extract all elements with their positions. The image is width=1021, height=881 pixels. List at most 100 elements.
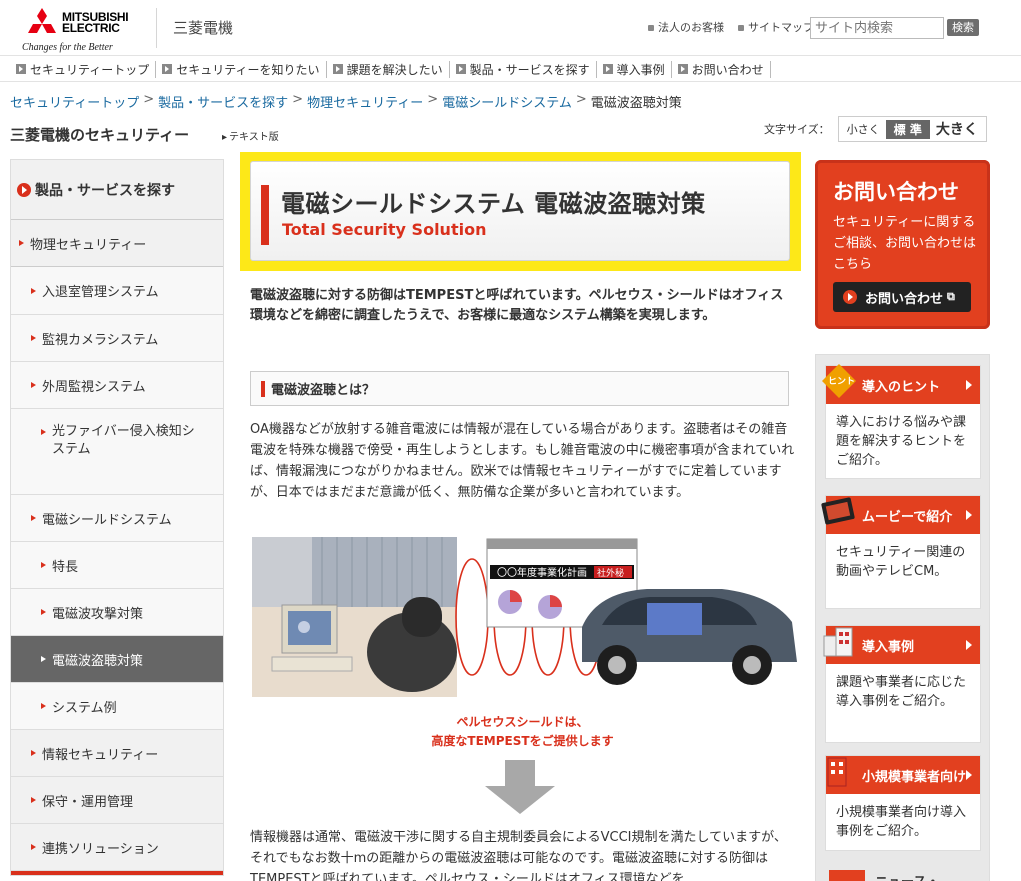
triangle-right-icon	[41, 703, 46, 709]
font-size-normal-button[interactable]: 標 準	[885, 119, 930, 139]
font-size-small-button[interactable]: 小さく	[841, 121, 886, 137]
sidebar-item-label: 光ファイバー侵入検知システム	[52, 424, 195, 457]
breadcrumb-separator: >	[292, 92, 304, 107]
sidebar-item-label: 電磁シールドシステム	[42, 512, 172, 528]
gnav-divider	[0, 81, 1021, 82]
sidebar-head[interactable]: 製品・サービスを探す	[11, 160, 223, 220]
gnav-learn-security[interactable]: セキュリティーを知りたい	[156, 60, 327, 78]
small-building-icon	[827, 757, 847, 787]
sidebar-item-perimeter[interactable]: 外周監視システム	[11, 362, 223, 409]
gnav-label: セキュリティートップ	[30, 62, 150, 77]
triangle-right-icon	[31, 797, 36, 803]
body-paragraph-2: 情報機器は通常、電磁波干渉に関する自主規制委員会によるVCCI規制を満たしていま…	[250, 830, 787, 881]
buildings-icon	[823, 627, 853, 657]
tv-icon	[821, 497, 855, 525]
document-title: 〇〇年度事業化計画	[497, 566, 587, 579]
sitemap-link[interactable]: サイトマップ	[738, 19, 814, 35]
text-version-link[interactable]: テキスト版	[222, 128, 279, 143]
sidebar-item-label: 物理セキュリティー	[30, 237, 147, 253]
sidebar-item-system-examples[interactable]: システム例	[11, 683, 223, 730]
gnav-find-products[interactable]: 製品・サービスを探す	[450, 60, 597, 78]
document-stamp: 社外秘	[597, 567, 624, 579]
gnav-security-top[interactable]: セキュリティートップ	[10, 60, 157, 78]
news-card[interactable]: ニュース・	[825, 865, 981, 881]
font-size-options: 小さく 標 準 大きく	[837, 116, 987, 142]
sidebar-item-label: 入退室管理システム	[42, 285, 159, 300]
sidebar-item-access-control[interactable]: 入退室管理システム	[11, 267, 223, 315]
movie-card-title: ムービーで紹介	[862, 509, 953, 525]
gnav-case-studies[interactable]: 導入事例	[597, 60, 672, 78]
gnav-contact[interactable]: お問い合わせ	[672, 60, 771, 78]
case-study-card-text: 課題や事業者に応じた導入事例をご紹介。	[836, 675, 967, 709]
triangle-right-icon	[31, 382, 36, 388]
mitsubishi-logo[interactable]: MITSUBISHI ELECTRIC Changes for the Bett…	[22, 8, 142, 53]
sidebar-item-fiber-intrusion[interactable]: 光ファイバー侵入検知システム	[11, 409, 223, 495]
sidebar-item-info-security[interactable]: 情報セキュリティー	[11, 730, 223, 777]
breadcrumb-link[interactable]: 製品・サービスを探す	[158, 92, 288, 111]
contact-button[interactable]: お問い合わせ ⧉	[833, 282, 971, 312]
hero-title: 電磁シールドシステム 電磁波盗聴対策	[281, 190, 706, 218]
sidebar-item-physical-security[interactable]: 物理セキュリティー	[11, 220, 223, 267]
site-header: MITSUBISHI ELECTRIC Changes for the Bett…	[0, 0, 1021, 56]
sidebar-bottom-accent	[11, 871, 223, 875]
hint-card[interactable]: ヒント 導入のヒント 導入における悩みや課題を解決するヒントをご紹介。	[822, 364, 981, 479]
arrow-square-icon	[16, 64, 26, 74]
sidebar-item-features[interactable]: 特長	[11, 542, 223, 589]
logo-line2: ELECTRIC	[62, 21, 120, 35]
external-window-icon: ⧉	[947, 290, 955, 303]
arrow-square-icon	[602, 64, 613, 74]
arrow-square-icon	[332, 64, 343, 74]
body-paragraph-1: OA機器などが放射する雑音電波には情報が混在している場合があります。盗聴者はその…	[250, 422, 795, 500]
corporate-customers-link[interactable]: 法人のお客様	[648, 19, 724, 35]
contact-box: お問い合わせ セキュリティーに関するご相談、お問い合わせはこちら お問い合わせ …	[815, 160, 990, 329]
small-business-card[interactable]: 小規模事業者向け 小規模事業者向け導入事例をご紹介。	[825, 755, 981, 851]
sidebar-item-maintenance[interactable]: 保守・運用管理	[11, 777, 223, 824]
triangle-right-icon	[31, 335, 36, 341]
sidebar-head-label: 製品・サービスを探す	[35, 182, 175, 199]
case-study-card[interactable]: 導入事例 課題や事業者に応じた導入事例をご紹介。	[823, 625, 981, 743]
site-search-input[interactable]	[810, 17, 944, 39]
sidebar-item-label: システム例	[52, 700, 117, 716]
caption-line-1: ペルセウスシールドは、	[456, 715, 589, 729]
breadcrumb-current: 電磁波盗聴対策	[590, 96, 682, 111]
sidebar-item-linked-solutions[interactable]: 連携ソリューション	[11, 824, 223, 871]
illustration-caption: ペルセウスシールドは、 高度なTEMPESTをご提供します	[250, 713, 795, 751]
sidebar-item-label: 連携ソリューション	[42, 841, 159, 857]
triangle-right-icon	[41, 609, 46, 615]
hero-subtitle: Total Security Solution	[282, 220, 487, 239]
sidebar-item-label: 特長	[52, 559, 79, 575]
movie-card-text: セキュリティー関連の動画やテレビCM。	[836, 545, 966, 579]
breadcrumb-link[interactable]: 物理セキュリティー	[307, 92, 423, 111]
triangle-right-icon	[19, 240, 24, 246]
sidebar-item-em-shield[interactable]: 電磁シールドシステム	[11, 495, 223, 542]
small-business-card-title: 小規模事業者向け	[862, 769, 967, 785]
triangle-right-icon	[41, 562, 46, 568]
news-card-title: ニュース・	[875, 871, 939, 881]
triangle-right-icon	[966, 640, 972, 650]
font-size-large-button[interactable]: 大きく	[930, 119, 984, 139]
caption-line-2: 高度なTEMPESTをご提供します	[431, 734, 614, 748]
hint-card-text: 導入における悩みや課題を解決するヒントをご紹介。	[836, 415, 967, 468]
global-nav: セキュリティートップ セキュリティーを知りたい 課題を解決したい 製品・サービス…	[10, 58, 771, 80]
sidebar-item-em-attack[interactable]: 電磁波攻撃対策	[11, 589, 223, 636]
hint-badge-icon: ヒント	[822, 364, 856, 398]
sidebar-item-cameras[interactable]: 監視カメラシステム	[11, 315, 223, 362]
sidebar-item-label: 外周監視システム	[42, 379, 146, 395]
gnav-label: お問い合わせ	[691, 62, 764, 77]
sidebar-item-label: 情報セキュリティー	[42, 747, 159, 763]
section-heading: 電磁波盗聴とは？	[250, 371, 789, 406]
breadcrumb-link[interactable]: セキュリティートップ	[10, 92, 139, 111]
triangle-right-icon	[31, 750, 36, 756]
small-business-card-text: 小規模事業者向け導入事例をご紹介。	[836, 805, 967, 839]
sidebar-item-em-eavesdrop[interactable]: 電磁波盗聴対策	[11, 636, 223, 683]
news-icon	[829, 870, 865, 881]
breadcrumb-separator: >	[575, 92, 587, 107]
down-arrow-icon	[485, 760, 555, 814]
gnav-solve-issues[interactable]: 課題を解決したい	[327, 60, 450, 78]
search-button[interactable]: 検索	[947, 19, 979, 36]
hint-card-title: 導入のヒント	[862, 379, 941, 395]
breadcrumb-separator: >	[143, 92, 155, 107]
lead-paragraph: 電磁波盗聴に対する防御はTEMPESTと呼ばれています。ペルセウス・シールドはオ…	[250, 288, 784, 323]
breadcrumb-link[interactable]: 電磁シールドシステム	[442, 92, 572, 111]
movie-card[interactable]: ムービーで紹介 セキュリティー関連の動画やテレビCM。	[821, 495, 981, 609]
